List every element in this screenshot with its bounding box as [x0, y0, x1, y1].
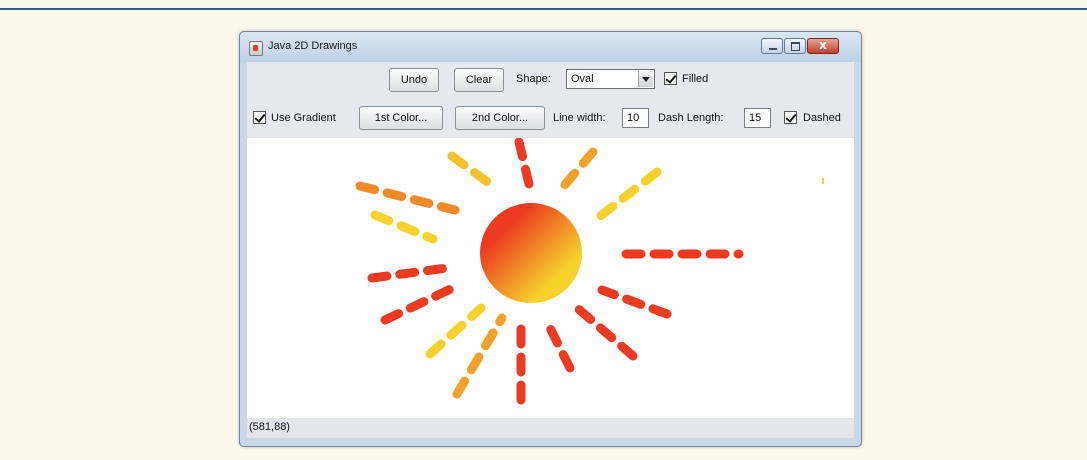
drawing-surface	[355, 137, 824, 405]
title-bar[interactable]: Java 2D Drawings x	[240, 32, 861, 62]
sun-ray	[594, 167, 662, 222]
sun-ray	[557, 147, 598, 193]
undo-button[interactable]: Undo	[389, 68, 439, 92]
first-color-button[interactable]: 1st Color...	[359, 106, 443, 130]
app-window: Java 2D Drawings x Undo Clear Shape: Ova…	[239, 31, 862, 447]
sun-ray	[355, 181, 460, 215]
sun-ray	[367, 263, 452, 283]
status-bar: (581,88)	[247, 418, 854, 438]
line-width-label: Line width:	[553, 112, 606, 124]
sun-ray	[597, 285, 672, 319]
sun-ray	[447, 151, 498, 191]
close-icon: x	[819, 38, 827, 52]
client-area: Undo Clear Shape: Oval Filled Use Gradie…	[247, 62, 854, 438]
sun-ray	[543, 319, 575, 373]
sun-ray	[370, 210, 438, 244]
dash-length-label: Dash Length:	[658, 112, 724, 124]
cursor-coordinates: (581,88)	[249, 421, 290, 433]
top-divider	[0, 8, 1087, 10]
use-gradient-label: Use Gradient	[271, 112, 336, 124]
sun-ray	[425, 303, 486, 359]
sun-oval	[480, 203, 582, 303]
close-button[interactable]: x	[807, 38, 839, 54]
drawing-canvas[interactable]	[247, 137, 854, 418]
filled-label: Filled	[682, 73, 709, 85]
minimize-button[interactable]	[761, 38, 783, 54]
java-app-icon	[249, 41, 263, 56]
line-width-input[interactable]: 10	[622, 108, 649, 128]
shape-select-value: Oval	[571, 73, 594, 85]
sun-ray	[570, 301, 638, 361]
sun-ray	[380, 281, 462, 325]
second-color-button[interactable]: 2nd Color...	[455, 106, 545, 130]
dashed-checkbox[interactable]	[784, 111, 797, 124]
dropdown-arrow-icon[interactable]	[638, 71, 653, 87]
maximize-button[interactable]	[784, 38, 806, 54]
sun-ray	[514, 137, 534, 189]
shape-select[interactable]: Oval	[566, 69, 655, 89]
clear-button[interactable]: Clear	[454, 68, 504, 92]
filled-checkbox[interactable]	[664, 72, 677, 85]
dashed-label: Dashed	[803, 112, 841, 124]
shape-label: Shape:	[516, 73, 551, 85]
window-title: Java 2D Drawings	[268, 40, 358, 52]
dash-length-input[interactable]: 15	[744, 108, 771, 128]
use-gradient-checkbox[interactable]	[253, 111, 266, 124]
